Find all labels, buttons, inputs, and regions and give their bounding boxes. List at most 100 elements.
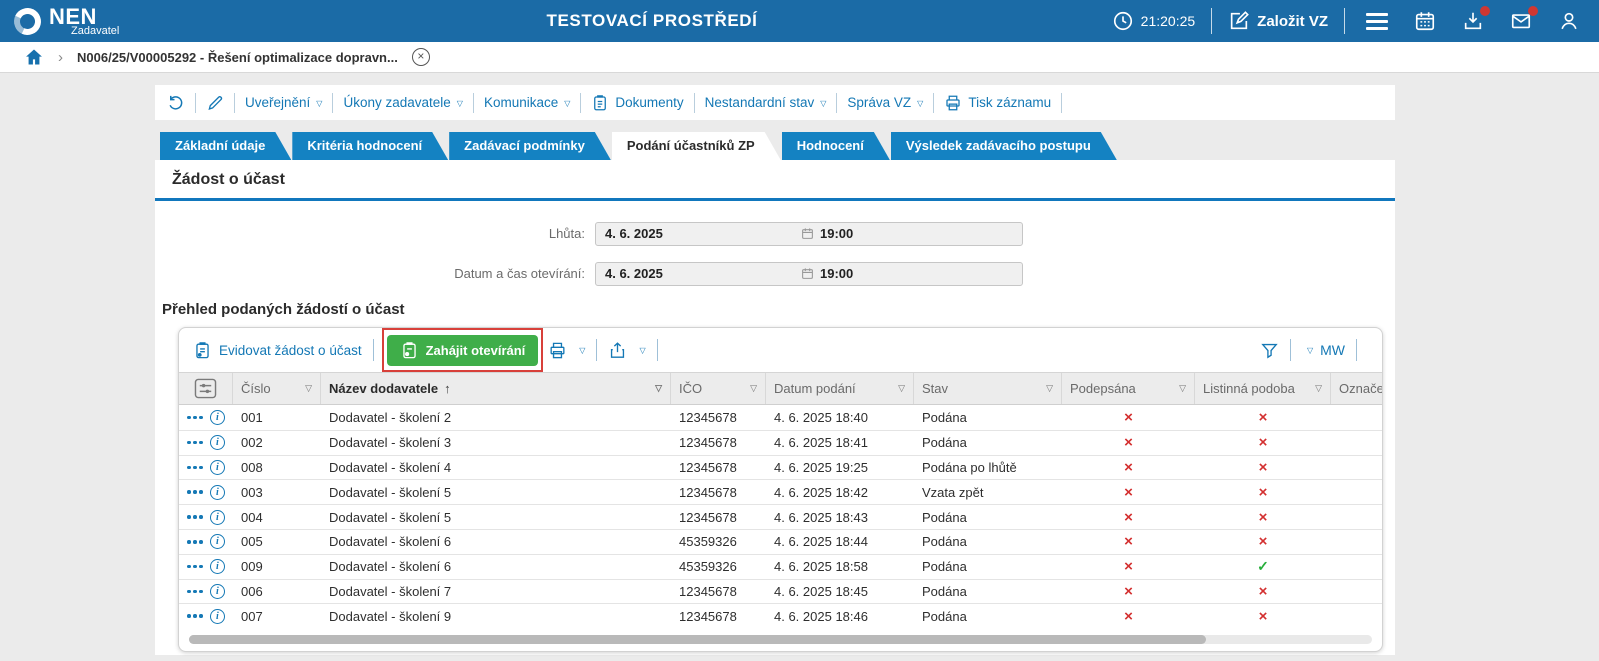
toolbar-item-komunikace[interactable]: Komunikace▽ xyxy=(484,95,570,110)
close-record-icon[interactable]: × xyxy=(412,48,430,66)
topbar-controls: 21:20:25 Založit VZ xyxy=(1112,0,1585,42)
tab-krit-ria-hodnocen-[interactable]: Kritéria hodnocení xyxy=(292,132,448,160)
cell-stav: Vzata zpět xyxy=(914,485,1062,500)
row-menu-icon[interactable] xyxy=(187,614,203,618)
toolbar-item-tisk-z-znamu[interactable]: Tisk záznamu xyxy=(944,94,1051,112)
home-icon[interactable] xyxy=(24,47,44,67)
table-row[interactable]: i002Dodavatel - školení 3123456784. 6. 2… xyxy=(179,430,1382,455)
cell-datum-podani: 4. 6. 2025 18:58 xyxy=(766,559,914,574)
column-filter-icon[interactable]: ▽ xyxy=(305,383,312,394)
table-row[interactable]: i009Dodavatel - školení 6453593264. 6. 2… xyxy=(179,554,1382,579)
row-menu-icon[interactable] xyxy=(187,515,203,519)
toolbar-item-dokumenty[interactable]: Dokumenty xyxy=(591,94,683,112)
table-row[interactable]: i004Dodavatel - školení 5123456784. 6. 2… xyxy=(179,504,1382,529)
row-menu-icon[interactable] xyxy=(187,490,203,494)
table-row[interactable]: i003Dodavatel - školení 5123456784. 6. 2… xyxy=(179,479,1382,504)
date-value[interactable]: 4. 6. 2025 xyxy=(596,266,801,281)
column-filter-icon[interactable]: ▽ xyxy=(750,383,757,394)
messages-button[interactable] xyxy=(1510,10,1532,32)
info-icon[interactable]: i xyxy=(210,460,225,475)
zalozit-vz-button[interactable]: Založit VZ xyxy=(1228,10,1328,32)
table-row[interactable]: i001Dodavatel - školení 2123456784. 6. 2… xyxy=(179,405,1382,430)
row-menu-icon[interactable] xyxy=(187,416,203,420)
column-filter-icon[interactable]: ▽ xyxy=(1315,383,1322,394)
menu-button[interactable] xyxy=(1366,13,1388,30)
toolbar-item-uve-ejn-n-[interactable]: Uveřejnění▽ xyxy=(245,95,322,110)
cell-listinna-podoba: × xyxy=(1195,583,1331,600)
filter-button[interactable] xyxy=(1260,341,1279,360)
print-grid-button[interactable]: ▽ xyxy=(548,341,585,360)
cell-ico: 12345678 xyxy=(671,609,766,624)
chevron-down-icon: ▽ xyxy=(579,346,585,355)
info-icon[interactable]: i xyxy=(210,435,225,450)
pencil-icon xyxy=(206,94,224,112)
row-menu-icon[interactable] xyxy=(187,590,203,594)
row-menu-icon[interactable] xyxy=(187,565,203,569)
column-chooser-header[interactable] xyxy=(179,373,233,404)
table-row[interactable]: i005Dodavatel - školení 6453593264. 6. 2… xyxy=(179,529,1382,554)
toolbar-item-spr-va-vz[interactable]: Správa VZ▽ xyxy=(847,95,923,110)
time-value[interactable]: 19:00 xyxy=(801,266,853,281)
profile-button[interactable] xyxy=(1558,10,1580,32)
info-icon[interactable]: i xyxy=(210,559,225,574)
tab-zad-vac-podm-nky[interactable]: Zadávací podmínky xyxy=(449,132,611,160)
person-icon xyxy=(1558,10,1580,32)
tab-hodnocen-[interactable]: Hodnocení xyxy=(782,132,890,160)
edit-button[interactable] xyxy=(206,94,224,112)
breadcrumb-record-title[interactable]: N006/25/V00005292 - Řešení optimalizace … xyxy=(77,50,398,65)
user-view-menu[interactable]: ▽ MW xyxy=(1302,342,1345,358)
table-row[interactable]: i008Dodavatel - školení 4123456784. 6. 2… xyxy=(179,455,1382,480)
cell-podepsana: × xyxy=(1062,409,1195,426)
toolbar-item-nestandardn-stav[interactable]: Nestandardní stav▽ xyxy=(705,95,827,110)
breadcrumb: › N006/25/V00005292 - Řešení optimalizac… xyxy=(0,42,1599,73)
cell-cislo: 006 xyxy=(233,584,321,599)
column-filter-icon[interactable]: ▽ xyxy=(1179,383,1186,394)
clipboard-add-icon xyxy=(193,341,212,360)
refresh-icon xyxy=(167,94,185,112)
date-value[interactable]: 4. 6. 2025 xyxy=(596,226,801,241)
evidovat-zadost-button[interactable]: Evidovat žádost o účast xyxy=(193,341,362,360)
column-header-listinn-podoba[interactable]: Listinná podoba▽ xyxy=(1195,373,1331,404)
calendar-button[interactable] xyxy=(1414,10,1436,32)
column-header-n-zev-dodavatele[interactable]: Název dodavatele↑▽ xyxy=(321,373,671,404)
column-header-ozna-e[interactable]: Označe xyxy=(1331,373,1382,404)
cell-listinna-podoba: × xyxy=(1195,484,1331,501)
column-header-podeps-na[interactable]: Podepsána▽ xyxy=(1062,373,1195,404)
grid-header-row: Číslo▽Název dodavatele↑▽IČO▽Datum podání… xyxy=(179,372,1382,405)
info-icon[interactable]: i xyxy=(210,584,225,599)
cell-ico: 12345678 xyxy=(671,584,766,599)
horizontal-scrollbar-track[interactable] xyxy=(189,635,1372,644)
info-icon[interactable]: i xyxy=(210,485,225,500)
column-header--slo[interactable]: Číslo▽ xyxy=(233,373,321,404)
row-menu-icon[interactable] xyxy=(187,540,203,544)
row-menu-icon[interactable] xyxy=(187,466,203,470)
info-icon[interactable]: i xyxy=(210,609,225,624)
export-grid-button[interactable]: ▽ xyxy=(608,341,645,360)
downloads-button[interactable] xyxy=(1462,10,1484,32)
column-label: Název dodavatele xyxy=(329,381,438,396)
horizontal-scrollbar-thumb[interactable] xyxy=(189,635,1206,644)
column-filter-icon[interactable]: ▽ xyxy=(898,383,905,394)
column-header-datum-pod-n-[interactable]: Datum podání▽ xyxy=(766,373,914,404)
tab-pod-n-astn-k-zp[interactable]: Podání účastníků ZP xyxy=(612,132,781,160)
grid-title: Přehled podaných žádostí o účast xyxy=(162,301,1395,318)
table-row[interactable]: i007Dodavatel - školení 9123456784. 6. 2… xyxy=(179,603,1382,628)
separator xyxy=(473,93,474,113)
tab-v-sledek-zad-vac-ho-postupu[interactable]: Výsledek zadávacího postupu xyxy=(891,132,1117,160)
column-header-i-o[interactable]: IČO▽ xyxy=(671,373,766,404)
info-icon[interactable]: i xyxy=(210,534,225,549)
row-menu-icon[interactable] xyxy=(187,441,203,445)
column-filter-icon[interactable]: ▽ xyxy=(655,383,662,394)
time-value[interactable]: 19:00 xyxy=(801,226,853,241)
column-header-stav[interactable]: Stav▽ xyxy=(914,373,1062,404)
tab-z-kladn-daje[interactable]: Základní údaje xyxy=(160,132,291,160)
zahajit-oteviani-button[interactable]: Zahájit otevírání xyxy=(387,335,539,366)
column-filter-icon[interactable]: ▽ xyxy=(1046,383,1053,394)
nen-logo[interactable]: NEN Zadavatel xyxy=(14,6,119,37)
info-icon[interactable]: i xyxy=(210,410,225,425)
undo-button[interactable] xyxy=(167,94,185,112)
info-icon[interactable]: i xyxy=(210,510,225,525)
table-row[interactable]: i006Dodavatel - školení 7123456784. 6. 2… xyxy=(179,579,1382,604)
deadline-form: Lhůta:4. 6. 202519:00Datum a čas otevírá… xyxy=(155,201,1395,286)
toolbar-item--kony-zadavatele[interactable]: Úkony zadavatele▽ xyxy=(343,95,462,110)
